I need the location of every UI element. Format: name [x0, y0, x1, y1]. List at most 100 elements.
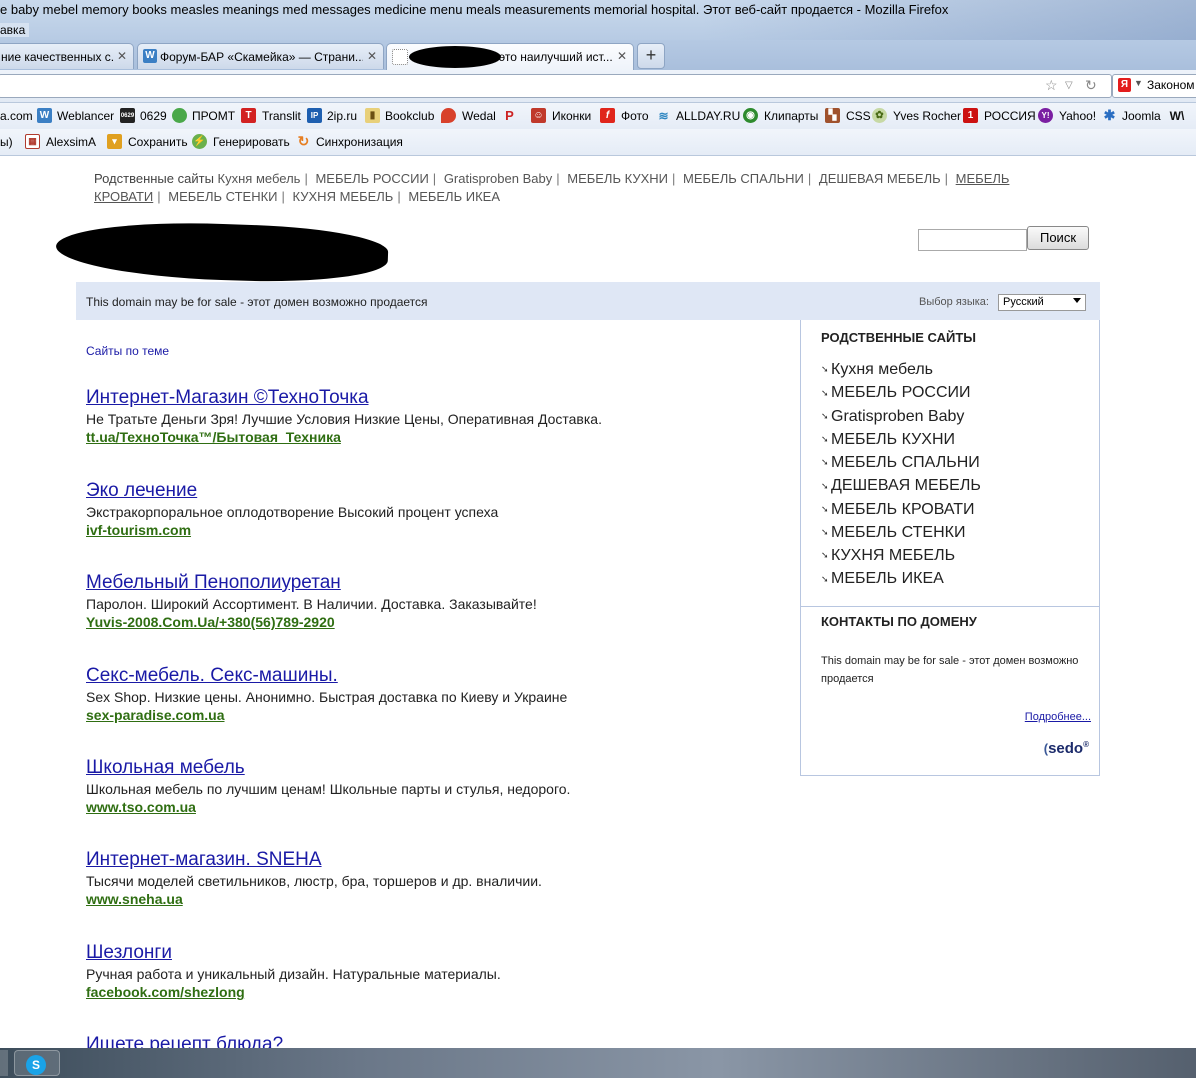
bookmark-item[interactable]: Клипарты: [764, 109, 818, 123]
bookmark-item[interactable]: Фото: [621, 109, 649, 123]
related-link[interactable]: ДЕШЕВАЯ МЕБЕЛЬ: [819, 171, 941, 186]
tab-label: Форум-БАР «Скамейка» — Страни...: [160, 50, 363, 64]
bookmark-item[interactable]: Translit: [262, 109, 301, 123]
url-bar[interactable]: ☆ ▽ ↻: [0, 74, 1112, 98]
related-sites-label: Родственные сайты: [94, 171, 214, 186]
ad-url[interactable]: facebook.com/shezlong: [86, 983, 786, 1002]
ruble-icon[interactable]: Р: [502, 108, 517, 123]
related-link[interactable]: Gratisproben Baby: [444, 171, 552, 186]
bookmark-item[interactable]: 0629: [140, 109, 167, 123]
browser-tab[interactable]: ние качественных с... ✕: [0, 43, 134, 69]
bookmark-item[interactable]: Yahoo!: [1059, 109, 1096, 123]
ad-url[interactable]: ivf-tourism.com: [86, 521, 786, 540]
sidebar-link[interactable]: ➘ Кухня мебель: [821, 358, 981, 381]
sidebar-link[interactable]: ➘ ДЕШЕВАЯ МЕБЕЛЬ: [821, 474, 981, 497]
ad-title[interactable]: Школьная мебель: [86, 757, 786, 779]
ad-listing: Ищете рецепт блюда?: [86, 1034, 786, 1048]
reload-icon[interactable]: ↻: [1085, 77, 1097, 94]
site-search-input[interactable]: [918, 229, 1027, 251]
ad-title[interactable]: Секс-мебель. Секс-машины.: [86, 665, 786, 687]
sidebar-link[interactable]: ➘ МЕБЕЛЬ СТЕНКИ: [821, 521, 981, 544]
sidebar-link[interactable]: ➘ МЕБЕЛЬ СПАЛЬНИ: [821, 451, 981, 474]
bookmark-item[interactable]: Wedal: [462, 109, 496, 123]
ad-url[interactable]: www.sneha.ua: [86, 890, 786, 909]
2ip-icon: IP: [307, 108, 322, 123]
bookmark-item[interactable]: ПРОМТ: [192, 109, 235, 123]
book-icon: ▮: [365, 108, 380, 123]
related-sites-list: ➘ Кухня мебель ➘ МЕБЕЛЬ РОССИИ ➘ Gratisprob…: [821, 358, 981, 591]
close-icon[interactable]: ✕: [617, 49, 627, 63]
sidebar-link[interactable]: ➘ МЕБЕЛЬ КРОВАТИ: [821, 498, 981, 521]
ad-title[interactable]: Ищете рецепт блюда?: [86, 1034, 786, 1048]
bookmark-item[interactable]: ALLDAY.RU: [676, 109, 740, 123]
browser-tab-active[interactable]: это наилучший ист... ✕: [386, 43, 634, 71]
sedo-logo[interactable]: (sedo®: [1044, 740, 1089, 757]
ad-url[interactable]: sex-paradise.com.ua: [86, 706, 786, 725]
ad-description: Экстракорпоральное оплодотворение Высоки…: [86, 504, 499, 520]
sidebar-link[interactable]: ➘ МЕБЕЛЬ ИКЕА: [821, 567, 981, 590]
sidebar-link[interactable]: ➘ МЕБЕЛЬ КУХНИ: [821, 428, 981, 451]
toolbar-item[interactable]: AlexsimA: [46, 135, 96, 149]
sidebar-link[interactable]: ➘ Gratisproben Baby: [821, 405, 981, 428]
related-link[interactable]: МЕБЕЛЬ СТЕНКИ: [168, 189, 277, 204]
ad-title[interactable]: Эко лечение: [86, 480, 786, 502]
new-tab-button[interactable]: +: [637, 43, 665, 69]
wm-icon[interactable]: W\: [1167, 108, 1187, 123]
sites-by-topic-label[interactable]: Сайты по теме: [86, 344, 169, 358]
language-select[interactable]: Русский: [998, 294, 1086, 311]
translit-icon: T: [241, 108, 256, 123]
bookmark-item[interactable]: РОССИЯ: [984, 109, 1036, 123]
related-sites-heading: РОДСТВЕННЫЕ САЙТЫ: [821, 330, 977, 345]
bookmark-item[interactable]: CSS: [846, 109, 871, 123]
close-icon[interactable]: ✕: [367, 49, 377, 63]
bookmark-item[interactable]: Joomla: [1122, 109, 1161, 123]
skype-taskbar-button[interactable]: S: [14, 1050, 60, 1076]
related-link[interactable]: Кухня мебель: [218, 171, 301, 186]
bookmark-item[interactable]: a.com: [0, 109, 33, 123]
bookmark-item[interactable]: 2ip.ru: [327, 109, 357, 123]
sidebar-link[interactable]: ➘ МЕБЕЛЬ РОССИИ: [821, 381, 981, 404]
toolbar-item[interactable]: Генерировать: [213, 135, 290, 149]
ad-title[interactable]: Интернет-магазин. SNEHA: [86, 849, 786, 871]
close-icon[interactable]: ✕: [117, 49, 127, 63]
wiki-favicon-icon: W: [143, 49, 157, 63]
yandex-icon[interactable]: Я: [1118, 78, 1131, 92]
fotki-icon: f: [600, 108, 615, 123]
bullet-arrow-icon: ➘: [821, 550, 829, 561]
face-icon: ☺: [531, 108, 546, 123]
bookmark-item[interactable]: Weblancer: [57, 109, 114, 123]
menu-item-fragment[interactable]: авка: [0, 23, 30, 37]
toolbar-item[interactable]: ы): [0, 135, 13, 149]
ad-url[interactable]: Yuvis-2008.Com.Ua/+380(56)789-2920: [86, 613, 786, 632]
dropdown-arrow-icon[interactable]: ▽: [1065, 80, 1073, 91]
related-link[interactable]: КУХНЯ МЕБЕЛЬ: [293, 189, 394, 204]
ad-url[interactable]: tt.ua/ТехноТочка™/Бытовая_Техника: [86, 428, 786, 447]
search-bar[interactable]: Я ▼ Законом: [1112, 74, 1196, 98]
bookmark-item[interactable]: Bookclub: [385, 109, 434, 123]
sidebar-link[interactable]: ➘ КУХНЯ МЕБЕЛЬ: [821, 544, 981, 567]
toolbar-item[interactable]: Синхронизация: [316, 135, 403, 149]
star-icon[interactable]: ☆: [1045, 77, 1058, 94]
bookmark-item[interactable]: Иконки: [552, 109, 591, 123]
related-link[interactable]: МЕБЕЛЬ ИКЕА: [408, 189, 500, 204]
more-link[interactable]: Подробнее...: [1025, 711, 1091, 723]
ad-url[interactable]: www.tso.com.ua: [86, 798, 786, 817]
bullet-arrow-icon: ➘: [821, 434, 829, 445]
ad-listing: Мебельный Пенополиуретан Паролон. Широки…: [86, 572, 786, 632]
ad-title[interactable]: Интернет-Магазин ©ТехноТочка: [86, 387, 786, 409]
browser-tab[interactable]: W Форум-БАР «Скамейка» — Страни... ✕: [137, 43, 384, 69]
related-link[interactable]: МЕБЕЛЬ КУХНИ: [567, 171, 668, 186]
yahoo-icon: Y!: [1038, 108, 1053, 123]
ad-title[interactable]: Мебельный Пенополиуретан: [86, 572, 786, 594]
navigation-bar: ☆ ▽ ↻ Я ▼ Законом: [0, 70, 1196, 103]
related-link[interactable]: МЕБЕЛЬ РОССИИ: [315, 171, 428, 186]
ad-title[interactable]: Шезлонги: [86, 942, 786, 964]
toolbar-item[interactable]: Сохранить: [128, 135, 188, 149]
chevron-down-icon[interactable]: ▼: [1134, 78, 1143, 88]
sidebar-divider: [801, 606, 1099, 607]
site-search-button[interactable]: Поиск: [1027, 226, 1089, 250]
bookmark-item[interactable]: Yves Rocher: [893, 109, 961, 123]
related-link[interactable]: МЕБЕЛЬ СПАЛЬНИ: [683, 171, 804, 186]
sale-notice: This domain may be for sale - этот домен…: [86, 295, 428, 309]
window-titlebar: e baby mebel memory books measles meanin…: [0, 0, 1196, 40]
